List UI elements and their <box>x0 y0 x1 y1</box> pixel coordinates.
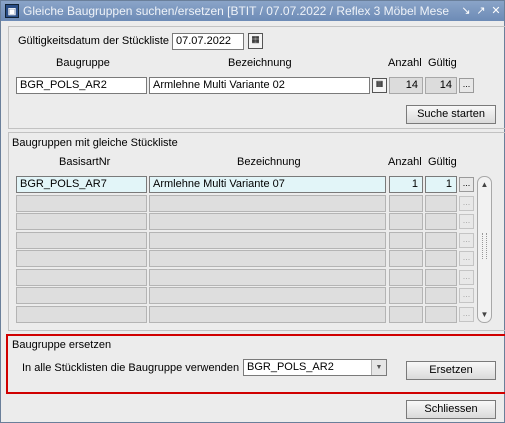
dialog-window: ▣ Gleiche Baugruppen suchen/ersetzen [BT… <box>0 0 505 423</box>
row-basisart[interactable] <box>16 213 147 230</box>
header-basisart: BasisartNr <box>59 156 111 168</box>
row-basisart-partial[interactable] <box>16 306 147 323</box>
row-bezeichnung-partial[interactable] <box>149 306 386 323</box>
results-section-label: Baugruppen mit gleiche Stückliste <box>12 137 178 149</box>
bezeichnung-field[interactable]: Armlehne Multi Variante 02 <box>149 77 370 94</box>
chevron-down-icon[interactable]: ▼ <box>371 360 386 375</box>
header-anzahl: Anzahl <box>388 57 422 69</box>
header-bezeichnung: Bezeichnung <box>228 57 292 69</box>
scroll-down-icon[interactable]: ▼ <box>478 308 491 321</box>
scroll-up-icon[interactable]: ▲ <box>478 178 491 191</box>
row-more-button[interactable]: ... <box>459 214 474 229</box>
window-title: Gleiche Baugruppen suchen/ersetzen [BTIT… <box>23 4 450 18</box>
row-more-button-partial[interactable]: ... <box>459 307 474 322</box>
vertical-scrollbar[interactable]: ▲ ▼ <box>477 176 492 323</box>
row-basisart[interactable] <box>16 232 147 249</box>
row-gueltig[interactable] <box>425 250 457 267</box>
row-gueltig[interactable] <box>425 232 457 249</box>
row-gueltig[interactable] <box>425 287 457 304</box>
date-field[interactable]: 07.07.2022 <box>172 33 244 50</box>
row-anzahl[interactable] <box>389 213 423 230</box>
row-anzahl[interactable] <box>389 250 423 267</box>
row-anzahl[interactable] <box>389 269 423 286</box>
row-anzahl[interactable] <box>389 195 423 212</box>
row-basisart[interactable] <box>16 250 147 267</box>
close-icon[interactable]: ✕ <box>489 4 503 18</box>
row-bezeichnung[interactable] <box>149 269 386 286</box>
close-button[interactable]: Schliessen <box>406 400 496 419</box>
row-anzahl[interactable] <box>389 287 423 304</box>
lookup-icon[interactable]: ▦ <box>372 78 387 93</box>
row-bezeichnung[interactable] <box>149 287 386 304</box>
header-gueltig: Gültig <box>428 57 457 69</box>
row-more-button[interactable]: ... <box>459 233 474 248</box>
row-bezeichnung[interactable] <box>149 213 386 230</box>
header-bezeichnung-results: Bezeichnung <box>237 156 301 168</box>
row-gueltig[interactable] <box>425 269 457 286</box>
row-basisart[interactable] <box>16 195 147 212</box>
row-more-button[interactable]: ... <box>459 196 474 211</box>
row-more-button[interactable]: ... <box>459 177 474 192</box>
scroll-thumb-grip[interactable] <box>482 233 487 259</box>
row-gueltig-partial[interactable] <box>425 306 457 323</box>
more-button[interactable]: ... <box>459 78 474 93</box>
row-gueltig[interactable] <box>425 195 457 212</box>
row-more-button[interactable]: ... <box>459 251 474 266</box>
row-basisart[interactable] <box>16 269 147 286</box>
row-bezeichnung[interactable] <box>149 232 386 249</box>
replacement-dropdown[interactable]: BGR_POLS_AR2 ▼ <box>243 359 387 376</box>
row-basisart[interactable] <box>16 287 147 304</box>
row-anzahl[interactable] <box>389 232 423 249</box>
replace-section-label: Baugruppe ersetzen <box>12 339 112 351</box>
gueltig-field: 14 <box>425 77 457 94</box>
anzahl-field: 14 <box>389 77 423 94</box>
row-bezeichnung[interactable] <box>149 195 386 212</box>
title-bar[interactable]: ▣ Gleiche Baugruppen suchen/ersetzen [BT… <box>1 1 504 21</box>
replace-use-label: In alle Stücklisten die Baugruppe verwen… <box>22 362 240 374</box>
row-more-button[interactable]: ... <box>459 288 474 303</box>
calendar-icon[interactable]: ▦ <box>248 33 263 49</box>
header-anzahl-results: Anzahl <box>388 156 422 168</box>
row-gueltig[interactable] <box>425 213 457 230</box>
header-baugruppe: Baugruppe <box>56 57 110 69</box>
start-search-button[interactable]: Suche starten <box>406 105 496 124</box>
minimize-icon[interactable]: ↘ <box>459 4 473 18</box>
header-gueltig-results: Gültig <box>428 156 457 168</box>
row-anzahl[interactable]: 1 <box>389 176 423 193</box>
row-anzahl-partial[interactable] <box>389 306 423 323</box>
row-bezeichnung[interactable] <box>149 250 386 267</box>
maximize-icon[interactable]: ↗ <box>474 4 488 18</box>
row-more-button[interactable]: ... <box>459 270 474 285</box>
replace-button[interactable]: Ersetzen <box>406 361 496 380</box>
app-icon: ▣ <box>5 4 19 18</box>
row-bezeichnung[interactable]: Armlehne Multi Variante 07 <box>149 176 386 193</box>
date-label: Gültigkeitsdatum der Stückliste <box>18 35 170 47</box>
row-gueltig[interactable]: 1 <box>425 176 457 193</box>
replacement-value: BGR_POLS_AR2 <box>247 361 334 373</box>
row-basisart[interactable]: BGR_POLS_AR7 <box>16 176 147 193</box>
baugruppe-field[interactable]: BGR_POLS_AR2 <box>16 77 147 94</box>
